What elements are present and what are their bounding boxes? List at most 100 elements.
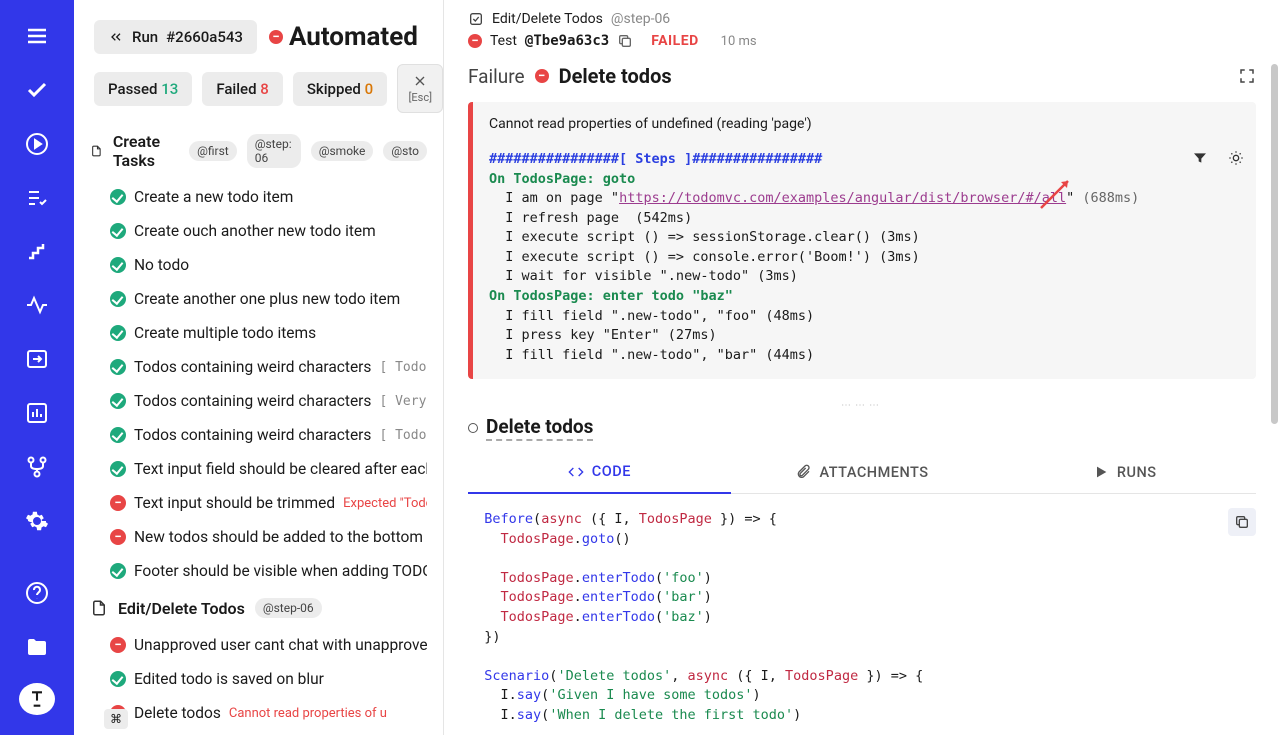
status-pass-icon bbox=[110, 563, 126, 579]
branch-icon[interactable] bbox=[17, 449, 57, 485]
run-pill[interactable]: Run #2660a543 bbox=[94, 20, 257, 54]
resize-handle[interactable]: ⋯⋯⋯ bbox=[468, 399, 1256, 411]
steps-icon[interactable] bbox=[17, 234, 57, 270]
code-icon bbox=[568, 464, 584, 480]
test-item[interactable]: Text input field should be cleared after… bbox=[90, 452, 427, 486]
test-param: [ Very looo bbox=[379, 394, 427, 409]
test-param: [ Todo with bbox=[379, 360, 427, 375]
close-button[interactable]: [Esc] bbox=[397, 64, 443, 113]
suite-icon bbox=[468, 11, 484, 27]
test-item[interactable]: Unapproved user cant chat with unapprove… bbox=[90, 628, 427, 662]
cmd-indicator[interactable]: ⌘ bbox=[104, 709, 128, 729]
status-fail-icon bbox=[110, 495, 126, 511]
test-name: New todos should be added to the bottom … bbox=[134, 528, 427, 546]
status-pass-icon bbox=[110, 189, 126, 205]
duration: 10 ms bbox=[721, 34, 757, 49]
tag-pill[interactable]: @step-06 bbox=[255, 598, 322, 618]
test-item[interactable]: Create a new todo item bbox=[90, 180, 427, 214]
test-item[interactable]: Todos containing weird characters[ Todo … bbox=[90, 418, 427, 452]
check-icon[interactable] bbox=[17, 72, 57, 108]
test-item[interactable]: New todos should be added to the bottom … bbox=[90, 520, 427, 554]
test-item[interactable]: Delete todosCannot read properties of u bbox=[90, 696, 427, 730]
file-icon bbox=[90, 599, 108, 617]
help-icon[interactable] bbox=[17, 575, 57, 611]
test-name: Text input should be trimmed bbox=[134, 494, 335, 512]
test-name: Text input field should be cleared after… bbox=[134, 460, 427, 478]
theme-icon[interactable] bbox=[1228, 150, 1244, 166]
copy-code-button[interactable] bbox=[1228, 508, 1256, 536]
test-name: Create a new todo item bbox=[134, 188, 293, 206]
status-pass-icon bbox=[110, 393, 126, 409]
status-fail-icon bbox=[110, 637, 126, 653]
tag-pill[interactable]: @step: 06 bbox=[247, 134, 301, 168]
test-item[interactable]: Text input should be trimmedExpected "To… bbox=[90, 486, 427, 520]
menu-icon[interactable] bbox=[17, 18, 57, 54]
circle-icon bbox=[468, 423, 478, 433]
scrollbar[interactable] bbox=[1268, 64, 1280, 735]
status-pass-icon bbox=[110, 359, 126, 375]
page-title: Automated te bbox=[269, 22, 423, 52]
test-name: Create multiple todo items bbox=[134, 324, 316, 342]
status-pass-icon bbox=[110, 671, 126, 687]
list-check-icon[interactable] bbox=[17, 180, 57, 216]
tab-attachments[interactable]: ATTACHMENTS bbox=[731, 451, 994, 493]
app-logo[interactable] bbox=[19, 683, 55, 715]
group-title: Edit/Delete Todos bbox=[118, 599, 245, 618]
pulse-icon[interactable] bbox=[17, 287, 57, 323]
test-name: Edited todo is saved on blur bbox=[134, 670, 324, 688]
status-pass-icon bbox=[110, 291, 126, 307]
status-pass-icon bbox=[110, 223, 126, 239]
sidebar bbox=[0, 0, 74, 735]
test-item[interactable]: Create multiple todo items bbox=[90, 316, 427, 350]
test-name: Create ouch another new todo item bbox=[134, 222, 376, 240]
test-name: Delete todos bbox=[134, 704, 221, 722]
play-solid-icon bbox=[1093, 464, 1109, 480]
breadcrumb-suite[interactable]: Edit/Delete Todos @step-06 bbox=[468, 8, 1256, 30]
tabs: CODE ATTACHMENTS RUNS bbox=[468, 451, 1256, 494]
test-item[interactable]: Footer should be visible when adding TOD… bbox=[90, 554, 427, 588]
file-icon bbox=[90, 142, 103, 160]
status-fail-icon bbox=[110, 529, 126, 545]
expand-icon[interactable] bbox=[1238, 67, 1256, 85]
test-item[interactable]: Edited todo is saved on blur bbox=[90, 662, 427, 696]
tag-pill[interactable]: @sto bbox=[383, 141, 427, 161]
play-icon[interactable] bbox=[17, 126, 57, 162]
folder-icon[interactable] bbox=[17, 629, 57, 665]
filter-passed[interactable]: Passed 13 bbox=[94, 72, 192, 106]
import-icon[interactable] bbox=[17, 341, 57, 377]
tag-pill[interactable]: @smoke bbox=[311, 141, 374, 161]
steps-log: ################[ Steps ]###############… bbox=[489, 150, 1240, 365]
chart-icon[interactable] bbox=[17, 395, 57, 431]
test-item[interactable]: No todo bbox=[90, 248, 427, 282]
filter-icon[interactable] bbox=[1192, 150, 1208, 166]
test-name: Footer should be visible when adding TOD… bbox=[134, 562, 427, 580]
filter-failed[interactable]: Failed 8 bbox=[202, 72, 283, 106]
filter-skipped[interactable]: Skipped 0 bbox=[293, 72, 387, 106]
test-list-panel: Run #2660a543 Automated te Passed 13 Fai… bbox=[74, 0, 444, 735]
test-item[interactable]: Todos containing weird characters[ Todo … bbox=[90, 350, 427, 384]
run-prefix: Run bbox=[132, 28, 158, 46]
close-hint: [Esc] bbox=[408, 91, 432, 104]
section-name: Delete todos bbox=[486, 415, 593, 441]
failure-name: Delete todos bbox=[559, 64, 672, 88]
status-fail-icon bbox=[269, 30, 283, 44]
test-param: [ Todo with bbox=[379, 428, 427, 443]
tag-pill[interactable]: @first bbox=[189, 141, 237, 161]
run-id: #2660a543 bbox=[166, 28, 243, 46]
test-list[interactable]: Create Tasks@first@step: 06@smoke@stoCre… bbox=[74, 122, 443, 735]
gear-icon[interactable] bbox=[17, 503, 57, 539]
status-badge: FAILED bbox=[651, 33, 698, 49]
test-item[interactable]: Create another one plus new todo item bbox=[90, 282, 427, 316]
detail-panel: Edit/Delete Todos @step-06 Test @Tbe9a63… bbox=[444, 0, 1280, 735]
status-pass-icon bbox=[110, 461, 126, 477]
test-name: No todo bbox=[134, 256, 189, 274]
status-pass-icon bbox=[110, 325, 126, 341]
failure-label: Failure bbox=[468, 65, 525, 88]
test-item[interactable]: Todos containing weird characters[ Very … bbox=[90, 384, 427, 418]
copy-icon[interactable] bbox=[617, 33, 633, 49]
tab-runs[interactable]: RUNS bbox=[993, 451, 1256, 493]
group-header[interactable]: Create Tasks@first@step: 06@smoke@sto bbox=[90, 122, 427, 180]
group-header[interactable]: Edit/Delete Todos @step-06 bbox=[90, 588, 427, 628]
tab-code[interactable]: CODE bbox=[468, 451, 731, 494]
test-item[interactable]: Create ouch another new todo item bbox=[90, 214, 427, 248]
